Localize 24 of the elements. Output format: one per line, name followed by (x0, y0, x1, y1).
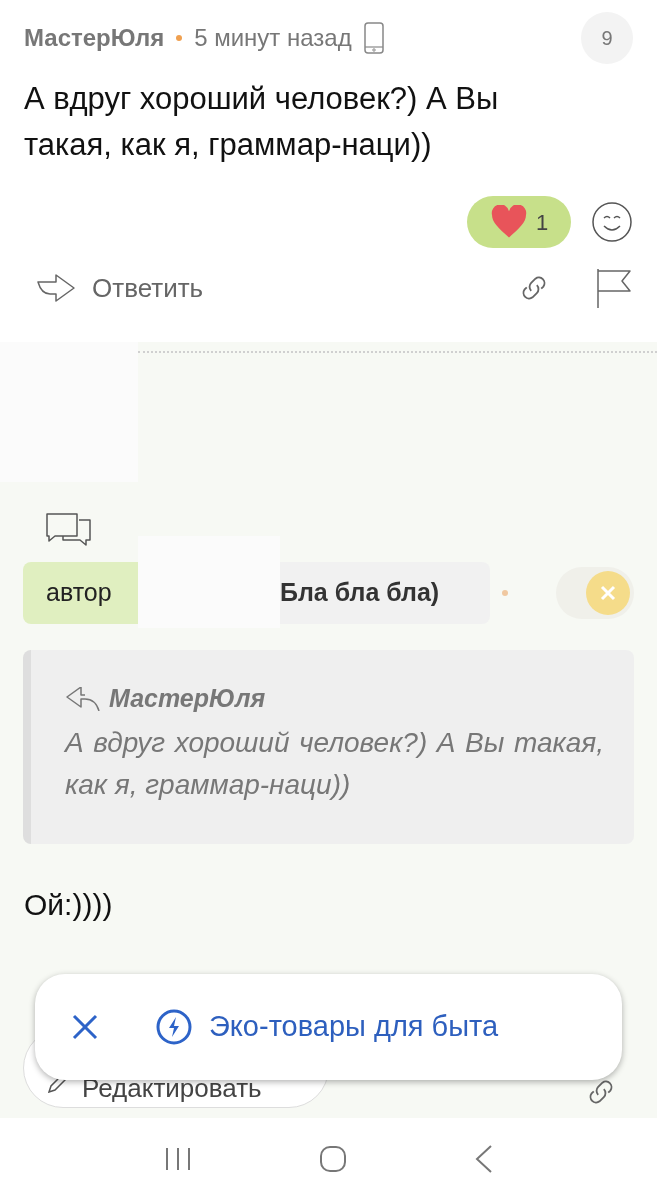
back-icon[interactable] (473, 1144, 494, 1174)
close-icon (599, 584, 617, 602)
suggestion-popup[interactable]: Эко-товары для быта (35, 974, 622, 1080)
comment-text: Ой:)))) (24, 887, 114, 923)
phone-icon (363, 22, 384, 54)
rating-counter: 9 (581, 12, 633, 64)
flag-icon[interactable] (595, 267, 633, 309)
smiley-icon[interactable] (591, 201, 633, 243)
quote-text: А вдруг хороший человек?) А Вы такая, как я, граммар-наци)) (65, 725, 604, 802)
author-tag[interactable]: автор (23, 562, 138, 624)
suggestion-label[interactable]: Эко-товары для быта (209, 1005, 499, 1049)
reply-button[interactable]: Ответить (24, 268, 204, 308)
quote-author: МастерЮля (109, 683, 266, 714)
heart-icon (489, 205, 528, 239)
recent-apps-icon[interactable] (163, 1146, 192, 1172)
post-title[interactable]: Бла бла бла) (280, 562, 490, 624)
home-icon[interactable] (318, 1145, 347, 1173)
heart-reaction[interactable]: 1 (467, 196, 571, 248)
lightning-icon (155, 1008, 193, 1046)
author-name[interactable]: МастерЮля (24, 20, 165, 56)
close-icon[interactable] (71, 1013, 99, 1041)
reply-arrow-icon (36, 273, 76, 303)
comment-text: А вдруг хороший человек?) А Вы такая, как я, граммар-наци)) (24, 80, 500, 164)
comment-time: 5 минут назад (194, 23, 352, 53)
